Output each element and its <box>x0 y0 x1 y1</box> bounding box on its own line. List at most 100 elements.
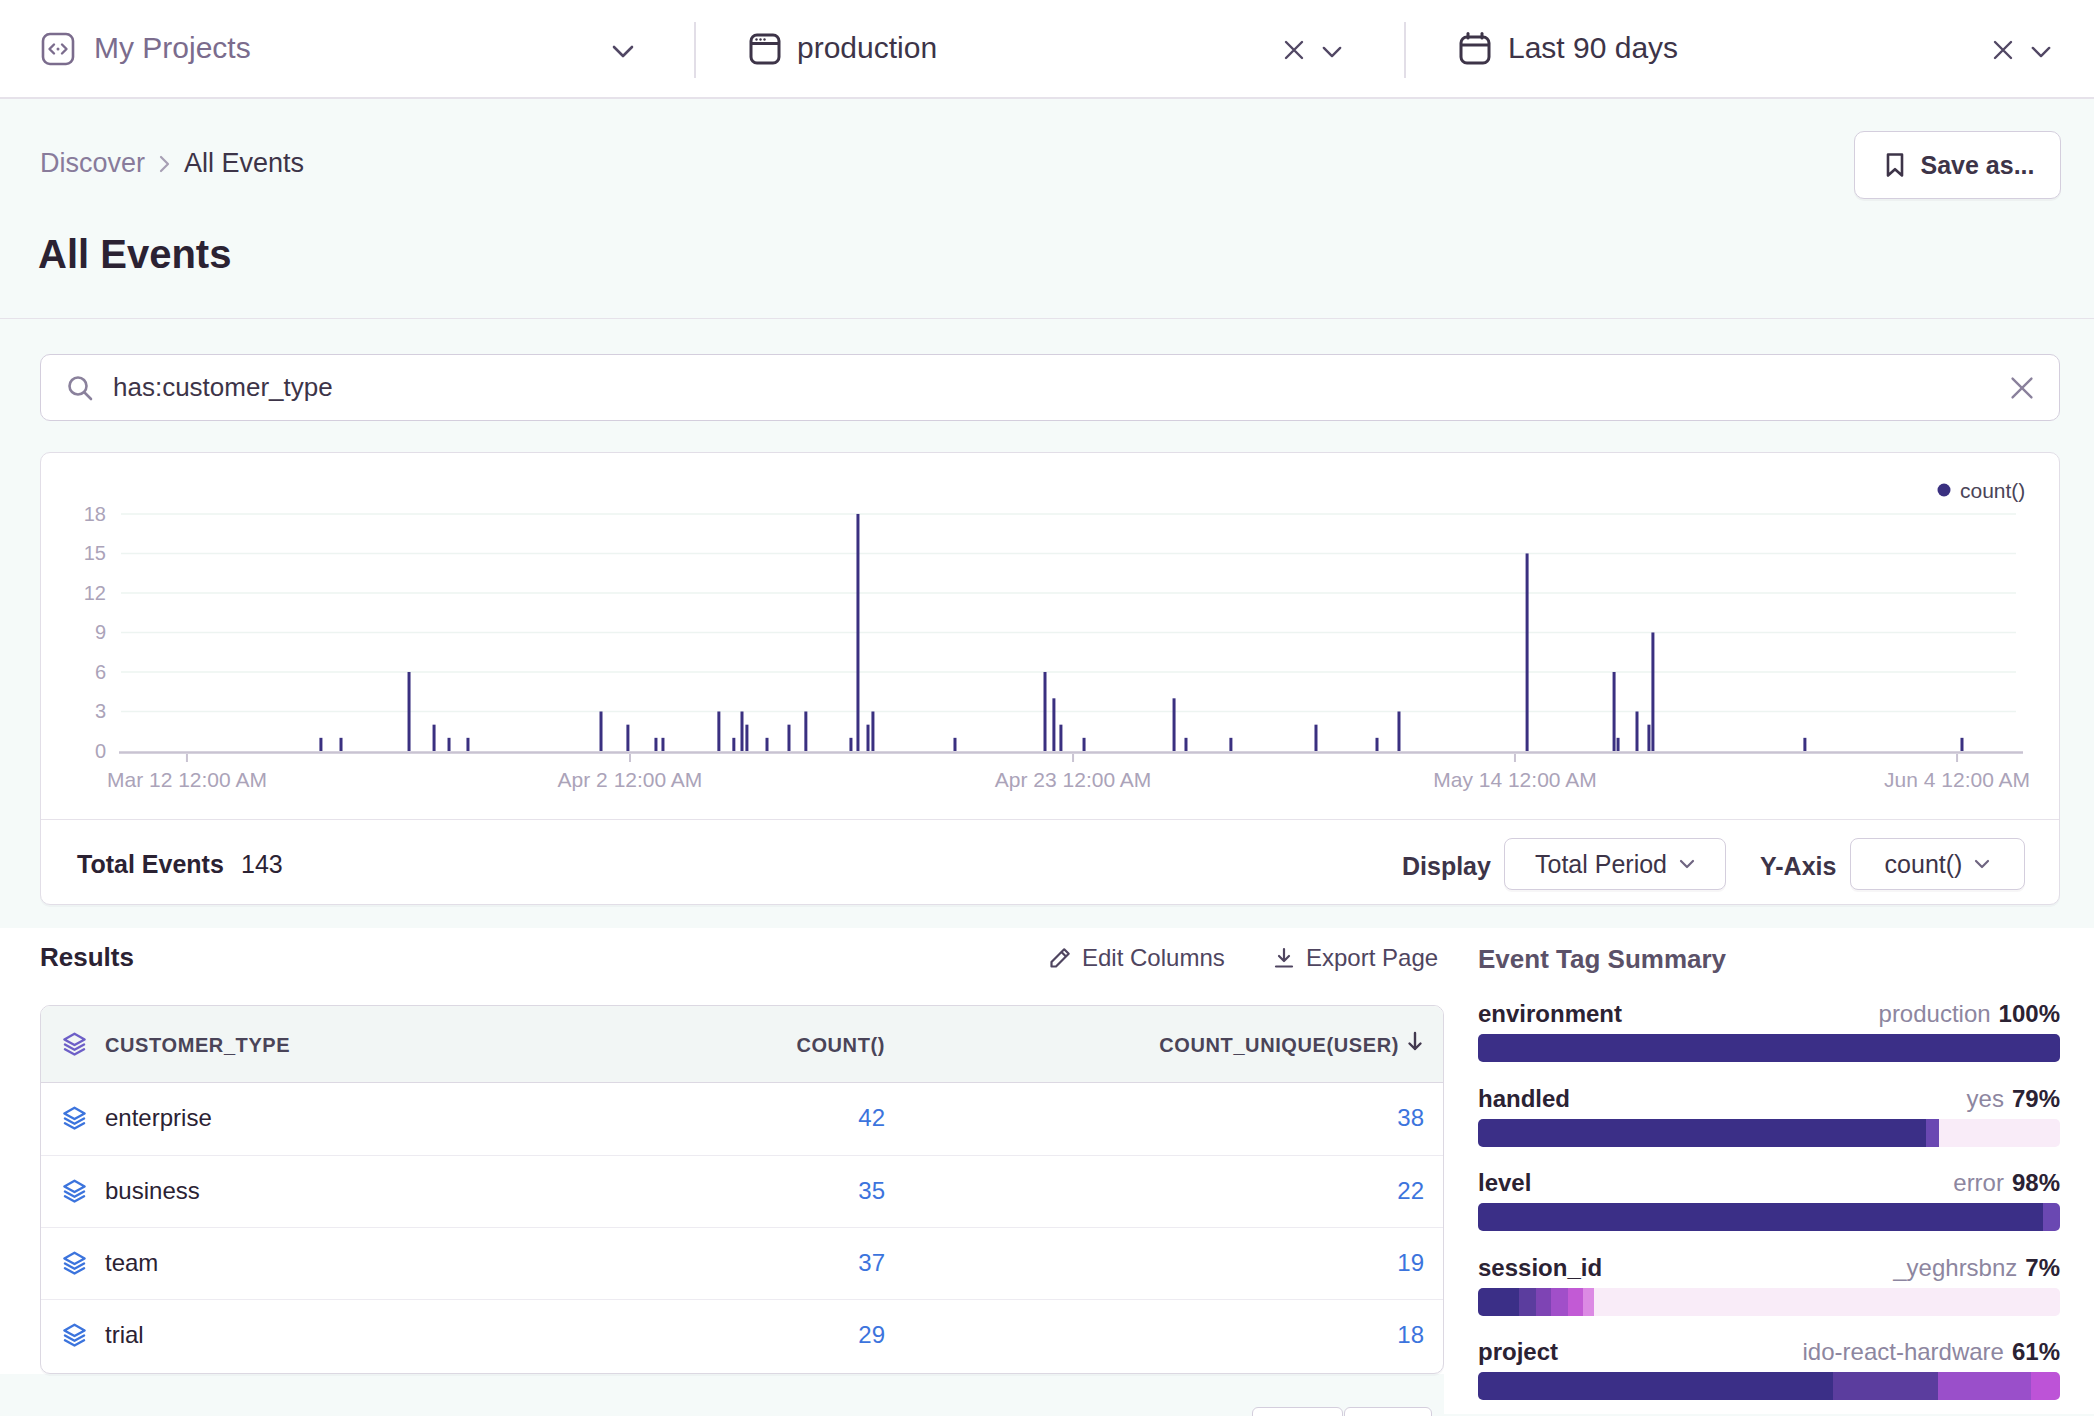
tag-group: projectido-react-hardware61% <box>1478 1338 2060 1400</box>
sort-desc-icon <box>1406 1031 1424 1053</box>
table-row: business 35 22 <box>41 1155 1443 1227</box>
cell-count-unique-link[interactable]: 19 <box>1397 1249 1424 1277</box>
total-events-label: Total Events <box>77 850 224 879</box>
tag-group: session_id_yeghrsbnz7% <box>1478 1254 2060 1316</box>
chevron-right-icon <box>159 155 170 173</box>
cell-count-unique-link[interactable]: 38 <box>1397 1104 1424 1132</box>
column-count-unique[interactable]: COUNT_UNIQUE(USER) <box>1159 1034 1424 1057</box>
chevron-down-icon <box>1679 859 1695 869</box>
results-heading: Results <box>40 942 134 973</box>
edit-columns-label: Edit Columns <box>1082 944 1225 972</box>
download-icon <box>1272 946 1296 970</box>
events-chart-panel: 0369121518Mar 12 12:00 AMApr 2 12:00 AMA… <box>40 452 2060 905</box>
chevron-down-icon <box>1974 859 1990 869</box>
table-row: enterprise 42 38 <box>41 1083 1443 1155</box>
export-page-button[interactable]: Export Page <box>1272 944 1438 972</box>
events-chart[interactable]: 0369121518Mar 12 12:00 AMApr 2 12:00 AMA… <box>41 453 2057 817</box>
chevron-down-icon[interactable] <box>2031 44 2051 62</box>
results-table-body: enterprise 42 38 business 35 22 team 37 19 trial 2… <box>41 1083 1443 1371</box>
previous-page-button[interactable] <box>1252 1407 1343 1416</box>
divider <box>1404 22 1406 78</box>
breadcrumb: Discover All Events <box>40 148 304 179</box>
stack-icon[interactable] <box>61 1031 88 1062</box>
cell-customer-type: enterprise <box>105 1104 212 1132</box>
tag-name: level <box>1478 1169 1531 1197</box>
top-navigation-bar: My Projects production Last 90 days <box>0 0 2094 99</box>
page-title: All Events <box>38 232 231 277</box>
tag-distribution-bar[interactable] <box>1478 1034 2060 1062</box>
cell-count-unique-link[interactable]: 18 <box>1397 1321 1424 1349</box>
tag-top-percent: 61% <box>2012 1338 2060 1365</box>
column-count[interactable]: COUNT() <box>796 1034 885 1057</box>
yaxis-label: Y-Axis <box>1760 852 1836 881</box>
tag-name: project <box>1478 1338 1558 1366</box>
export-page-label: Export Page <box>1306 944 1438 972</box>
calendar-icon <box>1457 31 1493 71</box>
tag-top-percent: 7% <box>2025 1254 2060 1281</box>
chart-footer: Total Events 143 Display Total Period Y-… <box>41 819 2059 904</box>
tag-distribution-bar[interactable] <box>1478 1119 2060 1147</box>
clear-environment-icon[interactable] <box>1283 39 1305 65</box>
table-row: team 37 19 <box>41 1227 1443 1299</box>
cell-count-link[interactable]: 35 <box>858 1177 885 1205</box>
tag-name: handled <box>1478 1085 1570 1113</box>
cell-customer-type: business <box>105 1177 200 1205</box>
svg-text:Apr 2 12:00 AM: Apr 2 12:00 AM <box>558 768 703 791</box>
tag-top-percent: 100% <box>1999 1000 2060 1027</box>
stack-icon <box>61 1250 88 1281</box>
svg-text:May 14 12:00 AM: May 14 12:00 AM <box>1433 768 1596 791</box>
svg-text:18: 18 <box>84 503 106 525</box>
save-as-button[interactable]: Save as... <box>1854 131 2061 199</box>
column-customer-type[interactable]: CUSTOMER_TYPE <box>105 1034 290 1057</box>
stack-icon <box>61 1322 88 1353</box>
search-icon <box>65 373 95 403</box>
tag-group: environment production 100% <box>1478 1000 2060 1062</box>
cell-count-link[interactable]: 42 <box>858 1104 885 1132</box>
display-value: Total Period <box>1535 850 1667 879</box>
tag-group: handled yes 79% <box>1478 1085 2060 1147</box>
table-row: trial 29 18 <box>41 1299 1443 1371</box>
breadcrumb-discover-link[interactable]: Discover <box>40 148 145 179</box>
total-events-value: 143 <box>241 850 283 879</box>
svg-text:12: 12 <box>84 582 106 604</box>
project-selector[interactable]: My Projects <box>94 31 251 65</box>
tag-distribution-bar[interactable] <box>1478 1203 2060 1231</box>
clear-date-range-icon[interactable] <box>1992 39 2014 65</box>
tag-group: levelerror98% <box>1478 1169 2060 1231</box>
svg-text:9: 9 <box>95 621 106 643</box>
edit-columns-button[interactable]: Edit Columns <box>1048 944 1225 972</box>
cell-count-unique-link[interactable]: 22 <box>1397 1177 1424 1205</box>
display-dropdown[interactable]: Total Period <box>1504 838 1726 890</box>
display-label: Display <box>1402 852 1491 881</box>
column-count-unique-label: COUNT_UNIQUE(USER) <box>1159 1034 1399 1057</box>
date-range-selector[interactable]: Last 90 days <box>1508 31 1678 65</box>
tag-top-percent: 79% <box>2012 1085 2060 1112</box>
svg-text:6: 6 <box>95 661 106 683</box>
tag-name: environment <box>1478 1000 1622 1028</box>
tag-distribution-bar[interactable] <box>1478 1288 2060 1316</box>
pencil-icon <box>1048 946 1072 970</box>
chevron-down-icon[interactable] <box>1322 44 1342 62</box>
tag-distribution-bar[interactable] <box>1478 1372 2060 1400</box>
environment-selector[interactable]: production <box>797 31 937 65</box>
yaxis-dropdown[interactable]: count() <box>1850 838 2025 890</box>
clear-search-icon[interactable] <box>2009 375 2035 401</box>
save-as-label: Save as... <box>1921 151 2035 180</box>
search-bar[interactable]: has:customer_type <box>40 354 2060 421</box>
stack-icon <box>61 1105 88 1136</box>
search-input[interactable]: has:customer_type <box>113 372 2009 403</box>
cell-customer-type: team <box>105 1249 158 1277</box>
cell-customer-type: trial <box>105 1321 144 1349</box>
svg-text:15: 15 <box>84 542 106 564</box>
next-page-button[interactable] <box>1344 1407 1432 1416</box>
tag-top-value: _yeghrsbnz <box>1893 1254 2017 1281</box>
cell-count-link[interactable]: 37 <box>858 1249 885 1277</box>
cell-count-link[interactable]: 29 <box>858 1321 885 1349</box>
svg-text:Jun 4 12:00 AM: Jun 4 12:00 AM <box>1884 768 2030 791</box>
tag-top-value: yes <box>1967 1085 2004 1112</box>
svg-text:3: 3 <box>95 700 106 722</box>
tag-top-value: production <box>1879 1000 1991 1027</box>
chevron-down-icon[interactable] <box>612 44 634 62</box>
event-tag-summary: Event Tag Summary environmentproduction1… <box>1478 944 2060 975</box>
projects-icon <box>40 31 76 71</box>
